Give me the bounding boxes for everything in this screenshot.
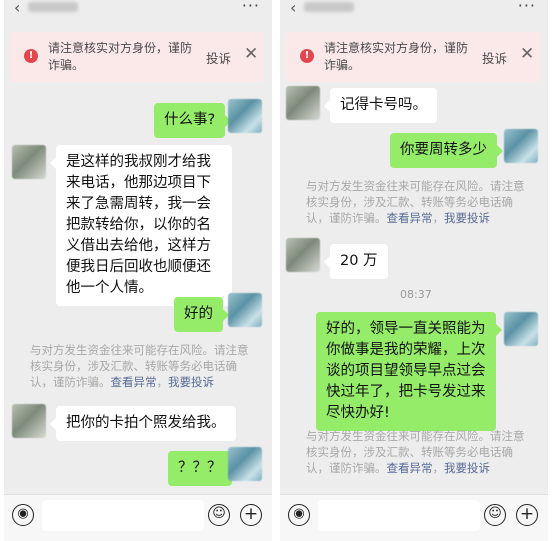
view-abnormal-link[interactable]: 查看异常 bbox=[387, 461, 433, 475]
message-bubble-received: 是这样的我叔刚才给我来电话，他那边项目下来了急需周转，我一会把款转给你，以你的名… bbox=[50, 145, 232, 306]
risk-warning: 与对方发生资金往来可能存在风险。请注意核实身份，涉及汇款、转账等务必电话确认，谨… bbox=[306, 429, 525, 475]
avatar-self[interactable] bbox=[504, 129, 538, 163]
report-link[interactable]: 投诉 bbox=[482, 48, 507, 67]
avatar-contact[interactable] bbox=[286, 238, 320, 272]
chat-title-blurred bbox=[304, 2, 354, 12]
voice-icon[interactable]: ◉ bbox=[12, 504, 34, 526]
input-bar: ◉ ☺ + bbox=[4, 494, 272, 541]
fraud-notice-banner: ! 请注意核实对方身份，谨防诈骗。 投诉 ✕ bbox=[286, 32, 540, 82]
report-link[interactable]: 投诉 bbox=[206, 48, 231, 67]
complain-link[interactable]: 我要投诉 bbox=[444, 211, 490, 225]
message-bubble-sent: 你要周转多少 bbox=[390, 133, 503, 168]
message-bubble-received: 记得卡号吗。 bbox=[324, 88, 437, 123]
risk-warning: 与对方发生资金往来可能存在风险。请注意核实身份，涉及汇款、转账等务必电话确认，谨… bbox=[30, 343, 249, 389]
message-timestamp: 08:37 bbox=[400, 288, 432, 301]
warning-icon: ! bbox=[300, 49, 314, 63]
more-icon[interactable]: ··· bbox=[242, 0, 260, 15]
fraud-notice-text: 请注意核实对方身份，谨防诈骗。 bbox=[48, 41, 193, 72]
more-icon[interactable]: ··· bbox=[518, 0, 536, 15]
back-icon[interactable]: ‹ bbox=[290, 0, 296, 17]
risk-warning: 与对方发生资金往来可能存在风险。请注意核实身份，涉及汇款、转账等务必电话确认，谨… bbox=[306, 179, 525, 225]
complain-link[interactable]: 我要投诉 bbox=[444, 461, 490, 475]
message-bubble-received: 20 万 bbox=[324, 244, 388, 279]
avatar-self[interactable] bbox=[228, 293, 262, 327]
view-abnormal-link[interactable]: 查看异常 bbox=[387, 211, 433, 225]
message-input[interactable] bbox=[42, 500, 204, 531]
plus-icon[interactable]: + bbox=[516, 504, 538, 526]
fraud-notice-text: 请注意核实对方身份，谨防诈骗。 bbox=[324, 41, 469, 72]
back-icon[interactable]: ‹ bbox=[14, 0, 20, 17]
avatar-contact[interactable] bbox=[12, 145, 46, 179]
avatar-self[interactable] bbox=[228, 99, 262, 133]
view-abnormal-link[interactable]: 查看异常 bbox=[111, 375, 157, 389]
emoji-icon[interactable]: ☺ bbox=[208, 504, 230, 526]
close-icon[interactable]: ✕ bbox=[244, 44, 258, 64]
message-input[interactable] bbox=[318, 500, 480, 531]
fraud-notice-banner: ! 请注意核实对方身份，谨防诈骗。 投诉 ✕ bbox=[10, 32, 264, 82]
chat-panel-right: ‹ ··· ! 请注意核实对方身份，谨防诈骗。 投诉 ✕ 记得卡号吗。 你要周转… bbox=[280, 0, 548, 541]
avatar-contact[interactable] bbox=[12, 404, 46, 438]
message-bubble-sent: 好的 bbox=[174, 297, 229, 332]
chat-header: ‹ ··· bbox=[280, 0, 548, 20]
plus-icon[interactable]: + bbox=[240, 504, 262, 526]
emoji-icon[interactable]: ☺ bbox=[484, 504, 506, 526]
input-bar: ◉ ☺ + bbox=[280, 494, 548, 541]
voice-icon[interactable]: ◉ bbox=[288, 504, 310, 526]
avatar-self[interactable] bbox=[228, 447, 262, 481]
complain-link[interactable]: 我要投诉 bbox=[168, 375, 214, 389]
message-bubble-sent: 什么事? bbox=[154, 103, 232, 138]
chat-title-blurred bbox=[28, 2, 78, 12]
avatar-self[interactable] bbox=[504, 312, 538, 346]
chat-panel-left: ‹ ··· ! 请注意核实对方身份，谨防诈骗。 投诉 ✕ 什么事? 是这样的我叔… bbox=[4, 0, 272, 541]
message-bubble-sent: 好的，领导一直关照能为你做事是我的荣耀，上次谈的项目望领导早点过会快过年了，把卡… bbox=[316, 312, 502, 431]
avatar-contact[interactable] bbox=[286, 86, 320, 120]
chat-header: ‹ ··· bbox=[4, 0, 272, 20]
message-bubble-sent: ？？？ bbox=[168, 451, 237, 486]
message-bubble-received: 把你的卡拍个照发给我。 bbox=[50, 406, 236, 441]
warning-icon: ! bbox=[24, 49, 38, 63]
close-icon[interactable]: ✕ bbox=[520, 44, 534, 64]
